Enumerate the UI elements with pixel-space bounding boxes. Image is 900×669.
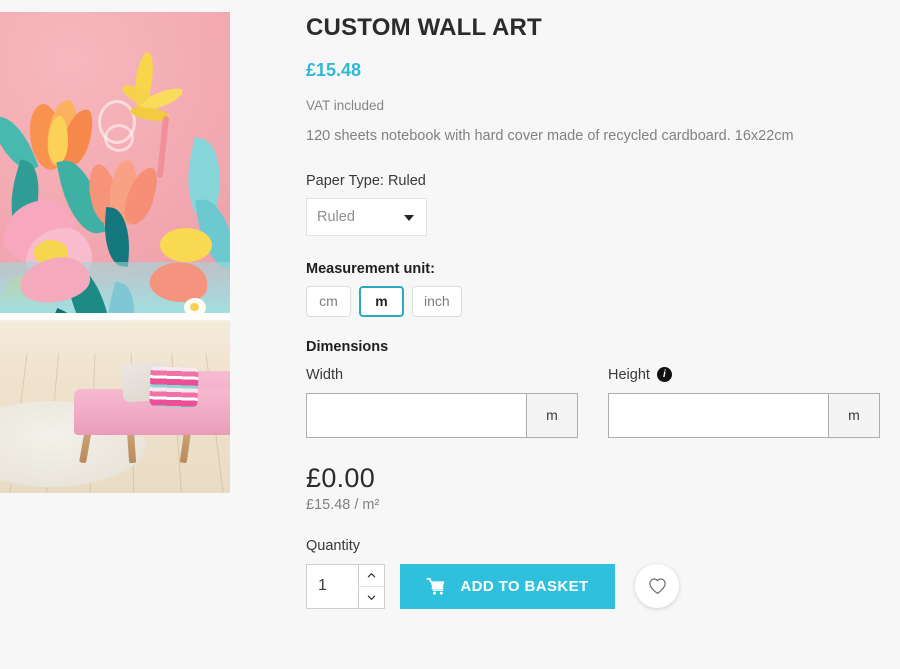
page-title: CUSTOM WALL ART (306, 14, 542, 41)
quantity-input[interactable] (307, 564, 358, 608)
width-label-row: Width (306, 365, 578, 385)
width-column: Width m (306, 365, 578, 438)
dimensions-grid: Width m Height i m (306, 365, 900, 438)
measurement-unit-group: cm m inch (306, 285, 900, 317)
width-input-wrapper: m (306, 392, 578, 438)
add-to-basket-label: Add to basket (460, 577, 589, 595)
height-input-wrapper: m (608, 392, 880, 438)
baseboard (0, 313, 230, 320)
product-price: £15.48 (306, 60, 362, 80)
paper-type-select[interactable]: Ruled (306, 197, 427, 236)
dimensions-heading: Dimensions (306, 338, 389, 355)
decor-white-daisy-2-center (190, 303, 199, 311)
paper-type-select-wrapper: Ruled (306, 197, 900, 236)
chevron-up-icon (367, 572, 376, 578)
product-details: CUSTOM WALL ART £15.48 VAT included 120 … (306, 0, 900, 609)
height-unit-suffix: m (828, 393, 879, 437)
width-input[interactable] (307, 393, 526, 437)
paper-type-label: Paper Type: Ruled (306, 172, 426, 189)
wishlist-button[interactable] (635, 564, 679, 609)
decor-yellow-core (48, 116, 68, 164)
unit-button-m[interactable]: m (359, 285, 404, 317)
measurement-unit-label: Measurement unit: (306, 260, 435, 277)
quantity-stepper (306, 563, 385, 609)
product-page: CUSTOM WALL ART £15.48 VAT included 120 … (0, 0, 900, 669)
quantity-label: Quantity (306, 537, 360, 554)
decor-yellow-blob (160, 228, 212, 262)
unit-button-cm[interactable]: cm (306, 285, 351, 317)
height-column: Height i m (608, 365, 880, 438)
width-unit-suffix: m (526, 393, 577, 437)
quantity-stepper-buttons (358, 564, 384, 608)
decor-swirl-2 (104, 124, 134, 152)
unit-price: £15.48 / m² (306, 496, 380, 513)
shopping-cart-icon (426, 577, 445, 595)
height-input[interactable] (609, 393, 828, 437)
width-label: Width (306, 366, 344, 383)
mural-artwork (0, 12, 230, 493)
room-floor (0, 313, 230, 493)
paper-type-selected-value: Ruled (317, 208, 355, 225)
product-description: 120 sheets notebook with hard cover made… (306, 128, 794, 144)
info-icon[interactable]: i (656, 367, 672, 383)
purchase-row: Add to basket (306, 563, 900, 609)
total-price: £0.00 (306, 462, 376, 493)
unit-button-inch[interactable]: inch (412, 285, 462, 317)
height-label: Height (608, 366, 650, 383)
heart-icon (648, 578, 666, 594)
height-label-row: Height i (608, 365, 880, 385)
vat-note: VAT included (306, 98, 385, 113)
add-to-basket-button[interactable]: Add to basket (400, 563, 615, 609)
quantity-decrement-button[interactable] (359, 587, 384, 608)
chevron-down-icon (404, 214, 414, 221)
quantity-increment-button[interactable] (359, 565, 384, 587)
product-image[interactable] (0, 12, 230, 493)
decor-stem (156, 115, 170, 179)
chevron-down-icon (367, 595, 376, 600)
cushion-striped (149, 366, 199, 408)
